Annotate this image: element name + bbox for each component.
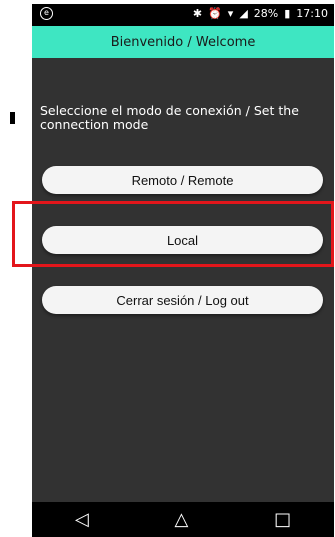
battery-icon: ▮	[284, 7, 291, 20]
battery-percent: 28%	[253, 7, 279, 20]
status-time: 17:10	[296, 7, 328, 20]
recents-icon[interactable]: □	[274, 509, 291, 530]
back-icon[interactable]: ◁	[75, 509, 89, 530]
remote-button[interactable]: Remoto / Remote	[42, 166, 323, 194]
left-marker	[10, 112, 15, 124]
logout-button[interactable]: Cerrar sesión / Log out	[42, 286, 323, 314]
navigation-bar: ◁ △ □	[32, 502, 334, 537]
annotation-highlight-box	[12, 201, 334, 267]
signal-icon: ◢	[239, 7, 248, 20]
page-title: Bienvenido / Welcome	[32, 26, 334, 58]
wifi-icon: ▾	[227, 7, 234, 20]
phone-screen: e ✱ ⏰ ▾ ◢ 28% ▮ 17:10 Bienvenido / Welco…	[32, 4, 334, 537]
app-notification-icon: e	[40, 7, 53, 20]
status-right: ✱ ⏰ ▾ ◢ 28% ▮ 17:10	[193, 7, 328, 20]
bluetooth-icon: ✱	[192, 7, 203, 20]
alarm-icon: ⏰	[208, 7, 222, 20]
home-icon[interactable]: △	[174, 509, 188, 530]
status-bar: e ✱ ⏰ ▾ ◢ 28% ▮ 17:10	[32, 4, 334, 26]
connection-mode-prompt: Seleccione el modo de conexión / Set the…	[40, 103, 299, 132]
